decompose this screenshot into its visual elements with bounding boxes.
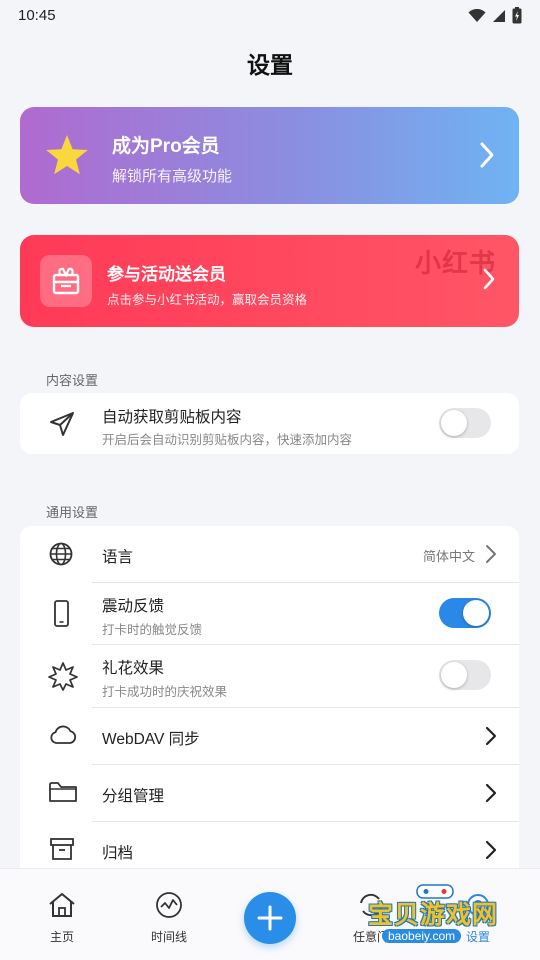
timeline-icon	[156, 892, 182, 918]
promo-title: 参与活动送会员	[107, 265, 226, 284]
pro-membership-card[interactable]: 成为Pro会员 解锁所有高级功能	[20, 107, 519, 204]
setting-row-webdav[interactable]: WebDAV 同步	[20, 708, 519, 764]
site-watermark: 宝贝游戏网 baobeiy.com	[360, 881, 510, 947]
pro-subtitle: 解锁所有高级功能	[112, 168, 233, 185]
section-label-general: 通用设置	[46, 505, 99, 520]
plus-icon	[257, 905, 283, 931]
nav-item-home[interactable]: 主页	[22, 891, 102, 945]
clipboard-toggle[interactable]	[439, 408, 491, 438]
globe-icon	[49, 542, 73, 566]
row-title: 震动反馈	[102, 598, 165, 615]
row-title: 归档	[102, 845, 134, 862]
nav-item-timeline[interactable]: 时间线	[129, 891, 209, 945]
setting-row-confetti[interactable]: 礼花效果 打卡成功时的庆祝效果	[20, 645, 519, 707]
star-icon	[46, 135, 88, 175]
home-icon	[49, 893, 75, 917]
chevron-right-icon	[486, 545, 496, 563]
setting-row-language[interactable]: 语言 简体中文	[20, 526, 519, 582]
content-settings-card: 自动获取剪贴板内容 开启后会自动识别剪贴板内容，快速添加内容	[20, 393, 519, 454]
vibration-toggle[interactable]	[439, 598, 491, 628]
status-icons	[468, 7, 522, 24]
row-title: 礼花效果	[102, 660, 165, 677]
row-subtitle: 开启后会自动识别剪贴板内容，快速添加内容	[102, 433, 353, 447]
chevron-right-icon	[483, 268, 495, 290]
promo-subtitle: 点击参与小红书活动，赢取会员资格	[107, 293, 308, 307]
status-bar: 10:45	[0, 0, 540, 32]
chevron-right-icon	[485, 840, 497, 860]
row-title: WebDAV 同步	[102, 731, 200, 748]
folder-icon	[49, 782, 77, 802]
add-button[interactable]	[244, 892, 296, 944]
chevron-right-icon	[480, 142, 494, 168]
bottom-nav: 主页 时间线 任意门 设置 宝贝游戏网 baobeiy.com	[0, 868, 540, 960]
language-value: 简体中文	[422, 549, 475, 564]
row-title: 分组管理	[102, 788, 165, 805]
page-title: 设置	[247, 52, 293, 78]
battery-icon	[512, 7, 522, 24]
cloud-icon	[50, 725, 77, 744]
confetti-toggle[interactable]	[439, 660, 491, 690]
row-subtitle: 打卡时的触觉反馈	[102, 623, 203, 637]
status-time: 10:45	[18, 7, 56, 24]
setting-row-vibration[interactable]: 震动反馈 打卡时的触觉反馈	[20, 583, 519, 644]
row-subtitle: 打卡成功时的庆祝效果	[102, 685, 228, 699]
send-icon	[50, 412, 74, 436]
section-label-content: 内容设置	[46, 373, 99, 388]
general-settings-card: 语言 简体中文 震动反馈 打卡时的触觉反馈 礼花效果 打卡成功时的庆祝效果 We…	[20, 526, 519, 886]
promo-activity-card[interactable]: 小红书 参与活动送会员 点击参与小红书活动，赢取会员资格	[20, 235, 519, 327]
nav-label: 时间线	[150, 930, 187, 944]
chevron-right-icon	[485, 783, 497, 803]
archive-icon	[50, 838, 74, 860]
watermark-url: baobeiy.com	[382, 929, 462, 943]
wifi-icon	[468, 8, 486, 22]
gift-icon	[40, 255, 92, 307]
setting-row-groups[interactable]: 分组管理	[20, 765, 519, 821]
nav-label: 主页	[49, 930, 74, 944]
row-title: 语言	[102, 549, 134, 566]
setting-row-clipboard[interactable]: 自动获取剪贴板内容 开启后会自动识别剪贴板内容，快速添加内容	[20, 393, 519, 454]
burst-icon	[48, 662, 78, 691]
row-title: 自动获取剪贴板内容	[102, 409, 242, 426]
phone-icon	[54, 600, 69, 627]
pro-title: 成为Pro会员	[112, 136, 220, 157]
chevron-right-icon	[485, 726, 497, 746]
watermark-text: 宝贝游戏网	[368, 901, 499, 929]
signal-icon	[493, 9, 505, 22]
